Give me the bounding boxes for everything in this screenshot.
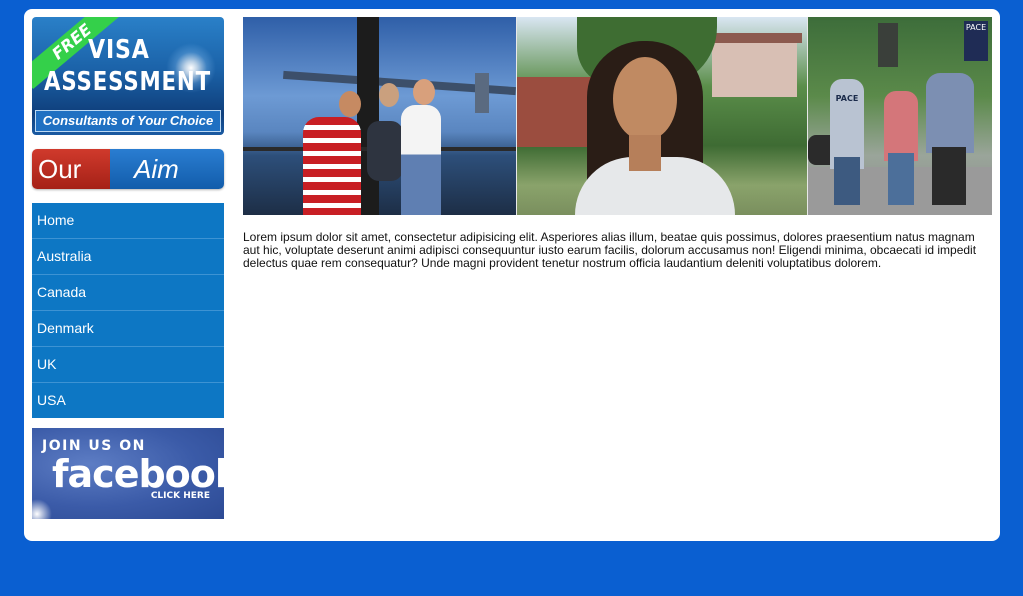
facebook-banner[interactable]: JOIN US ON facebook CLICK HERE	[32, 428, 224, 519]
hero-photo-waterfront	[243, 17, 517, 215]
nav-item-australia[interactable]: Australia	[32, 239, 224, 275]
visa-assessment-banner[interactable]: FREE VISA ASSESSMENT Consultants of Your…	[32, 17, 224, 135]
country-nav: Home Australia Canada Denmark UK USA	[32, 203, 224, 418]
student-middle	[884, 91, 918, 161]
nav-item-usa[interactable]: USA	[32, 383, 224, 418]
student-middle-legs	[888, 153, 914, 205]
student-right	[926, 73, 974, 153]
person-white-top	[401, 105, 441, 215]
hero-collage: PACE PACE	[243, 17, 992, 215]
statue	[878, 23, 898, 67]
facebook-logo: facebook	[52, 452, 224, 496]
page-container: FREE VISA ASSESSMENT Consultants of Your…	[24, 9, 1000, 541]
visa-title: VISA	[88, 35, 150, 65]
hero-photo-walking-students: PACE PACE	[808, 17, 992, 215]
glow-decoration	[32, 499, 52, 519]
consultants-tagline: Consultants of Your Choice	[35, 110, 221, 132]
sidebar: FREE VISA ASSESSMENT Consultants of Your…	[32, 17, 224, 519]
neck	[629, 135, 661, 171]
our-aim-button[interactable]: Our Aim	[32, 149, 224, 189]
nav-item-home[interactable]: Home	[32, 203, 224, 239]
campus-sign: PACE	[964, 21, 988, 61]
aim-label: Aim	[110, 149, 224, 189]
nav-item-denmark[interactable]: Denmark	[32, 311, 224, 347]
head-1	[339, 91, 361, 117]
intro-paragraph: Lorem ipsum dolor sit amet, consectetur …	[243, 230, 977, 270]
viewer-binocular	[367, 121, 403, 181]
red-building	[517, 77, 597, 147]
building-roof	[707, 33, 802, 43]
bridge-tower	[475, 73, 489, 113]
student-right-legs	[932, 147, 966, 205]
nav-item-canada[interactable]: Canada	[32, 275, 224, 311]
building	[712, 37, 797, 97]
our-label: Our	[32, 149, 110, 189]
face	[613, 57, 677, 141]
head-2	[413, 79, 435, 105]
student-left-legs	[834, 157, 860, 205]
main-content: PACE PACE Lorem ipsum dolor sit amet, co…	[243, 17, 992, 270]
person-striped-shirt	[303, 117, 361, 215]
click-here-label: CLICK HERE	[150, 491, 210, 501]
assessment-title: ASSESSMENT	[44, 67, 211, 97]
hero-photo-student	[517, 17, 808, 215]
nav-item-uk[interactable]: UK	[32, 347, 224, 383]
head-3	[379, 83, 399, 107]
student-left: PACE	[830, 79, 864, 169]
